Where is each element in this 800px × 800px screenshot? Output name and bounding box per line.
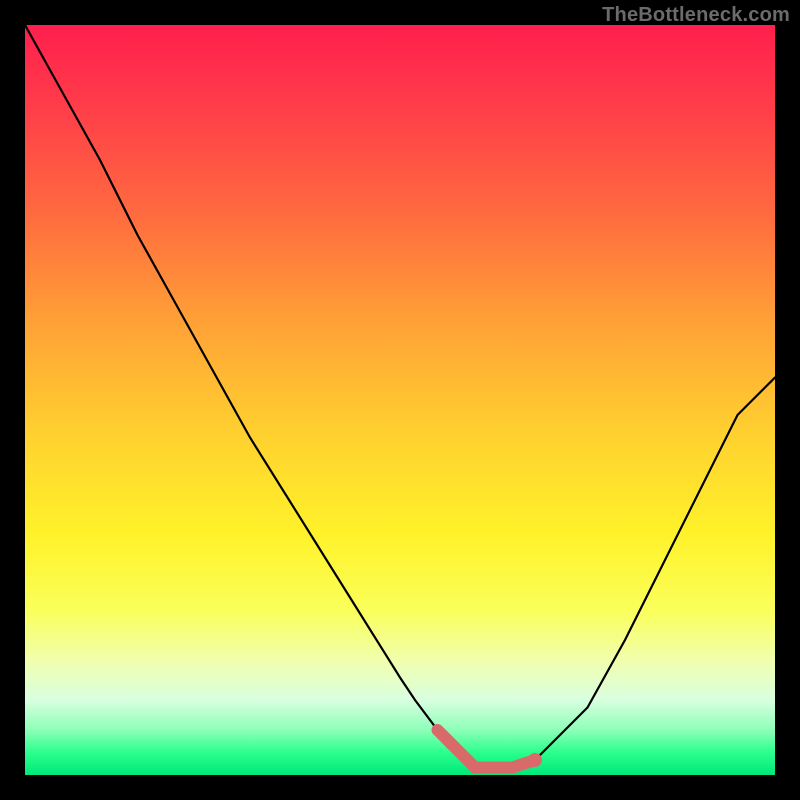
optimal-region-highlight: [438, 730, 536, 768]
chart-stage: TheBottleneck.com: [0, 0, 800, 800]
optimal-marker-dot: [528, 753, 542, 767]
bottleneck-curve: [25, 25, 775, 768]
watermark-text: TheBottleneck.com: [602, 4, 790, 27]
plot-area: [25, 25, 775, 775]
curve-svg: [25, 25, 775, 775]
